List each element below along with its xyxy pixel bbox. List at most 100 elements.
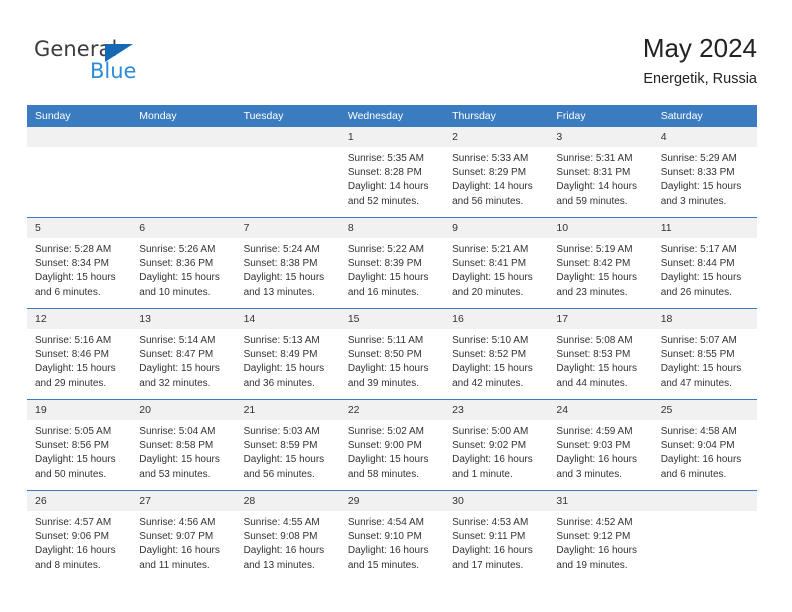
- day-details: Sunrise: 5:03 AM Sunset: 8:59 PM Daylight:…: [236, 420, 340, 482]
- sunset-text: Sunset: 8:34 PM: [35, 258, 109, 270]
- day-number: 17: [548, 309, 653, 329]
- day-details: Sunrise: 5:22 AM Sunset: 8:39 PM Daylight:…: [340, 238, 444, 300]
- calendar-day-cell[interactable]: 4 Sunrise: 5:29 AM Sunset: 8:33 PM Daylight…: [652, 127, 757, 218]
- calendar-day-cell[interactable]: 7 Sunrise: 5:24 AM Sunset: 8:38 PM Daylight…: [235, 217, 340, 309]
- calendar-day-cell[interactable]: 28 Sunrise: 4:55 AM Sunset: 9:08 PM Dayligh…: [235, 490, 340, 581]
- weekday-header-thursday: Thursday: [444, 105, 549, 127]
- calendar-day-cell[interactable]: 1 Sunrise: 5:35 AM Sunset: 8:28 PM Daylight…: [339, 127, 445, 218]
- day-details: Sunrise: 4:57 AM Sunset: 9:06 PM Daylight:…: [27, 511, 131, 573]
- daylight-text: Daylight: 16 hours and 13 minutes.: [243, 545, 325, 571]
- day-details: Sunrise: 4:53 AM Sunset: 9:11 PM Daylight:…: [444, 511, 548, 573]
- day-details: Sunrise: 5:16 AM Sunset: 8:46 PM Daylight:…: [27, 329, 131, 391]
- daylight-text: Daylight: 14 hours and 52 minutes.: [347, 181, 429, 207]
- calendar-day-cell[interactable]: 19 Sunrise: 5:05 AM Sunset: 8:56 PM Dayligh…: [27, 399, 132, 491]
- day-number: [235, 127, 340, 147]
- day-details: Sunrise: 5:31 AM Sunset: 8:31 PM Daylight:…: [548, 147, 652, 209]
- weekday-header-friday: Friday: [548, 105, 653, 127]
- calendar-day-cell[interactable]: 24 Sunrise: 4:59 AM Sunset: 9:03 PM Dayligh…: [548, 399, 653, 491]
- daylight-text: Daylight: 15 hours and 58 minutes.: [347, 454, 429, 480]
- calendar-day-cell[interactable]: 30 Sunrise: 4:53 AM Sunset: 9:11 PM Dayligh…: [444, 490, 549, 581]
- calendar-week-row: 1 Sunrise: 5:35 AM Sunset: 8:28 PM Daylight…: [27, 127, 757, 218]
- day-details: Sunrise: 5:02 AM Sunset: 9:00 PM Daylight:…: [340, 420, 444, 482]
- day-details: Sunrise: 5:07 AM Sunset: 8:55 PM Daylight:…: [653, 329, 757, 391]
- sunrise-text: Sunrise: 4:59 AM: [556, 426, 633, 437]
- calendar-day-cell[interactable]: 31 Sunrise: 4:52 AM Sunset: 9:12 PM Dayligh…: [548, 490, 653, 581]
- sunset-text: Sunset: 9:10 PM: [347, 531, 422, 543]
- daylight-text: Daylight: 15 hours and 23 minutes.: [556, 272, 638, 298]
- calendar-day-cell[interactable]: 18 Sunrise: 5:07 AM Sunset: 8:55 PM Dayligh…: [652, 308, 757, 400]
- brand-logo[interactable]: General Blue: [34, 38, 164, 88]
- sunset-text: Sunset: 9:11 PM: [452, 531, 526, 543]
- day-number: 29: [339, 491, 445, 511]
- calendar-day-cell[interactable]: 23 Sunrise: 5:00 AM Sunset: 9:02 PM Dayligh…: [444, 399, 549, 491]
- calendar-day-cell[interactable]: 11 Sunrise: 5:17 AM Sunset: 8:44 PM Dayligh…: [652, 217, 757, 309]
- calendar-day-cell[interactable]: 25 Sunrise: 4:58 AM Sunset: 9:04 PM Dayligh…: [652, 399, 757, 491]
- daylight-text: Daylight: 15 hours and 26 minutes.: [660, 272, 742, 298]
- sunrise-text: Sunrise: 4:58 AM: [660, 426, 737, 437]
- calendar-day-cell[interactable]: 10 Sunrise: 5:19 AM Sunset: 8:42 PM Dayligh…: [548, 217, 653, 309]
- sunrise-text: Sunrise: 5:21 AM: [452, 244, 529, 255]
- day-number: 13: [131, 309, 236, 329]
- sunset-text: Sunset: 9:04 PM: [660, 440, 735, 452]
- calendar-day-cell[interactable]: 17 Sunrise: 5:08 AM Sunset: 8:53 PM Dayligh…: [548, 308, 653, 400]
- day-number: 6: [131, 218, 236, 238]
- sunset-text: Sunset: 8:55 PM: [660, 349, 735, 361]
- sunset-text: Sunset: 8:50 PM: [347, 349, 422, 361]
- daylight-text: Daylight: 15 hours and 6 minutes.: [35, 272, 116, 298]
- calendar-day-cell[interactable]: 13 Sunrise: 5:14 AM Sunset: 8:47 PM Dayligh…: [131, 308, 236, 400]
- logo-text-blue: Blue: [90, 59, 137, 83]
- day-number: 18: [652, 309, 757, 329]
- day-details: Sunrise: 5:08 AM Sunset: 8:53 PM Daylight:…: [548, 329, 652, 391]
- calendar-day-cell[interactable]: 20 Sunrise: 5:04 AM Sunset: 8:58 PM Dayligh…: [131, 399, 236, 491]
- sunrise-text: Sunrise: 5:08 AM: [556, 335, 633, 346]
- calendar-day-cell[interactable]: 15 Sunrise: 5:11 AM Sunset: 8:50 PM Dayligh…: [339, 308, 445, 400]
- calendar-day-cell[interactable]: 29 Sunrise: 4:54 AM Sunset: 9:10 PM Dayligh…: [339, 490, 445, 581]
- sunrise-text: Sunrise: 4:56 AM: [139, 517, 216, 528]
- daylight-text: Daylight: 15 hours and 39 minutes.: [347, 363, 429, 389]
- sunrise-text: Sunrise: 5:26 AM: [139, 244, 216, 255]
- sunrise-text: Sunrise: 4:54 AM: [347, 517, 424, 528]
- calendar-day-cell[interactable]: 2 Sunrise: 5:33 AM Sunset: 8:29 PM Daylight…: [444, 127, 549, 218]
- calendar-day-cell[interactable]: 12 Sunrise: 5:16 AM Sunset: 8:46 PM Dayligh…: [27, 308, 132, 400]
- calendar-body: 1 Sunrise: 5:35 AM Sunset: 8:28 PM Daylight…: [27, 127, 757, 581]
- calendar-day-cell[interactable]: 21 Sunrise: 5:03 AM Sunset: 8:59 PM Dayligh…: [235, 399, 340, 491]
- daylight-text: Daylight: 15 hours and 56 minutes.: [243, 454, 325, 480]
- daylight-text: Daylight: 14 hours and 59 minutes.: [556, 181, 638, 207]
- weekday-header-monday: Monday: [131, 105, 236, 127]
- day-number: 20: [131, 400, 236, 420]
- day-number: 19: [27, 400, 132, 420]
- sunset-text: Sunset: 8:31 PM: [556, 167, 631, 179]
- sunset-text: Sunset: 9:07 PM: [139, 531, 214, 543]
- weekday-header-tuesday: Tuesday: [235, 105, 340, 127]
- calendar-day-cell[interactable]: 27 Sunrise: 4:56 AM Sunset: 9:07 PM Dayligh…: [131, 490, 236, 581]
- daylight-text: Daylight: 15 hours and 50 minutes.: [35, 454, 116, 480]
- calendar-day-cell[interactable]: 9 Sunrise: 5:21 AM Sunset: 8:41 PM Daylight…: [444, 217, 549, 309]
- daylight-text: Daylight: 15 hours and 29 minutes.: [35, 363, 116, 389]
- calendar-table: Sunday Monday Tuesday Wednesday Thursday…: [27, 105, 757, 581]
- day-number: 2: [444, 127, 549, 147]
- calendar-day-cell[interactable]: 26 Sunrise: 4:57 AM Sunset: 9:06 PM Dayligh…: [27, 490, 132, 581]
- sunrise-text: Sunrise: 4:52 AM: [556, 517, 633, 528]
- weekday-header-row: Sunday Monday Tuesday Wednesday Thursday…: [27, 105, 757, 127]
- day-number: 10: [548, 218, 653, 238]
- sunrise-text: Sunrise: 5:31 AM: [556, 153, 633, 164]
- calendar-day-cell[interactable]: 6 Sunrise: 5:26 AM Sunset: 8:36 PM Daylight…: [131, 217, 236, 309]
- day-number: 16: [444, 309, 549, 329]
- daylight-text: Daylight: 15 hours and 20 minutes.: [452, 272, 533, 298]
- calendar-day-cell[interactable]: 14 Sunrise: 5:13 AM Sunset: 8:49 PM Dayligh…: [235, 308, 340, 400]
- day-number: 12: [27, 309, 132, 329]
- day-details: Sunrise: 5:29 AM Sunset: 8:33 PM Daylight:…: [653, 147, 757, 209]
- day-number: [652, 491, 757, 511]
- day-details: Sunrise: 5:13 AM Sunset: 8:49 PM Daylight:…: [236, 329, 340, 391]
- sunset-text: Sunset: 8:33 PM: [660, 167, 735, 179]
- calendar-week-row: 19 Sunrise: 5:05 AM Sunset: 8:56 PM Dayligh…: [27, 399, 757, 491]
- daylight-text: Daylight: 15 hours and 36 minutes.: [243, 363, 325, 389]
- calendar-day-cell[interactable]: 22 Sunrise: 5:02 AM Sunset: 9:00 PM Dayligh…: [339, 399, 445, 491]
- calendar-day-cell-empty: [27, 127, 132, 218]
- day-details: Sunrise: 5:05 AM Sunset: 8:56 PM Daylight:…: [27, 420, 131, 482]
- calendar-day-cell[interactable]: 8 Sunrise: 5:22 AM Sunset: 8:39 PM Daylight…: [339, 217, 445, 309]
- calendar-day-cell[interactable]: 16 Sunrise: 5:10 AM Sunset: 8:52 PM Dayligh…: [444, 308, 549, 400]
- calendar-day-cell[interactable]: 5 Sunrise: 5:28 AM Sunset: 8:34 PM Daylight…: [27, 217, 132, 309]
- calendar-day-cell[interactable]: 3 Sunrise: 5:31 AM Sunset: 8:31 PM Daylight…: [548, 127, 653, 218]
- sunrise-text: Sunrise: 5:00 AM: [452, 426, 529, 437]
